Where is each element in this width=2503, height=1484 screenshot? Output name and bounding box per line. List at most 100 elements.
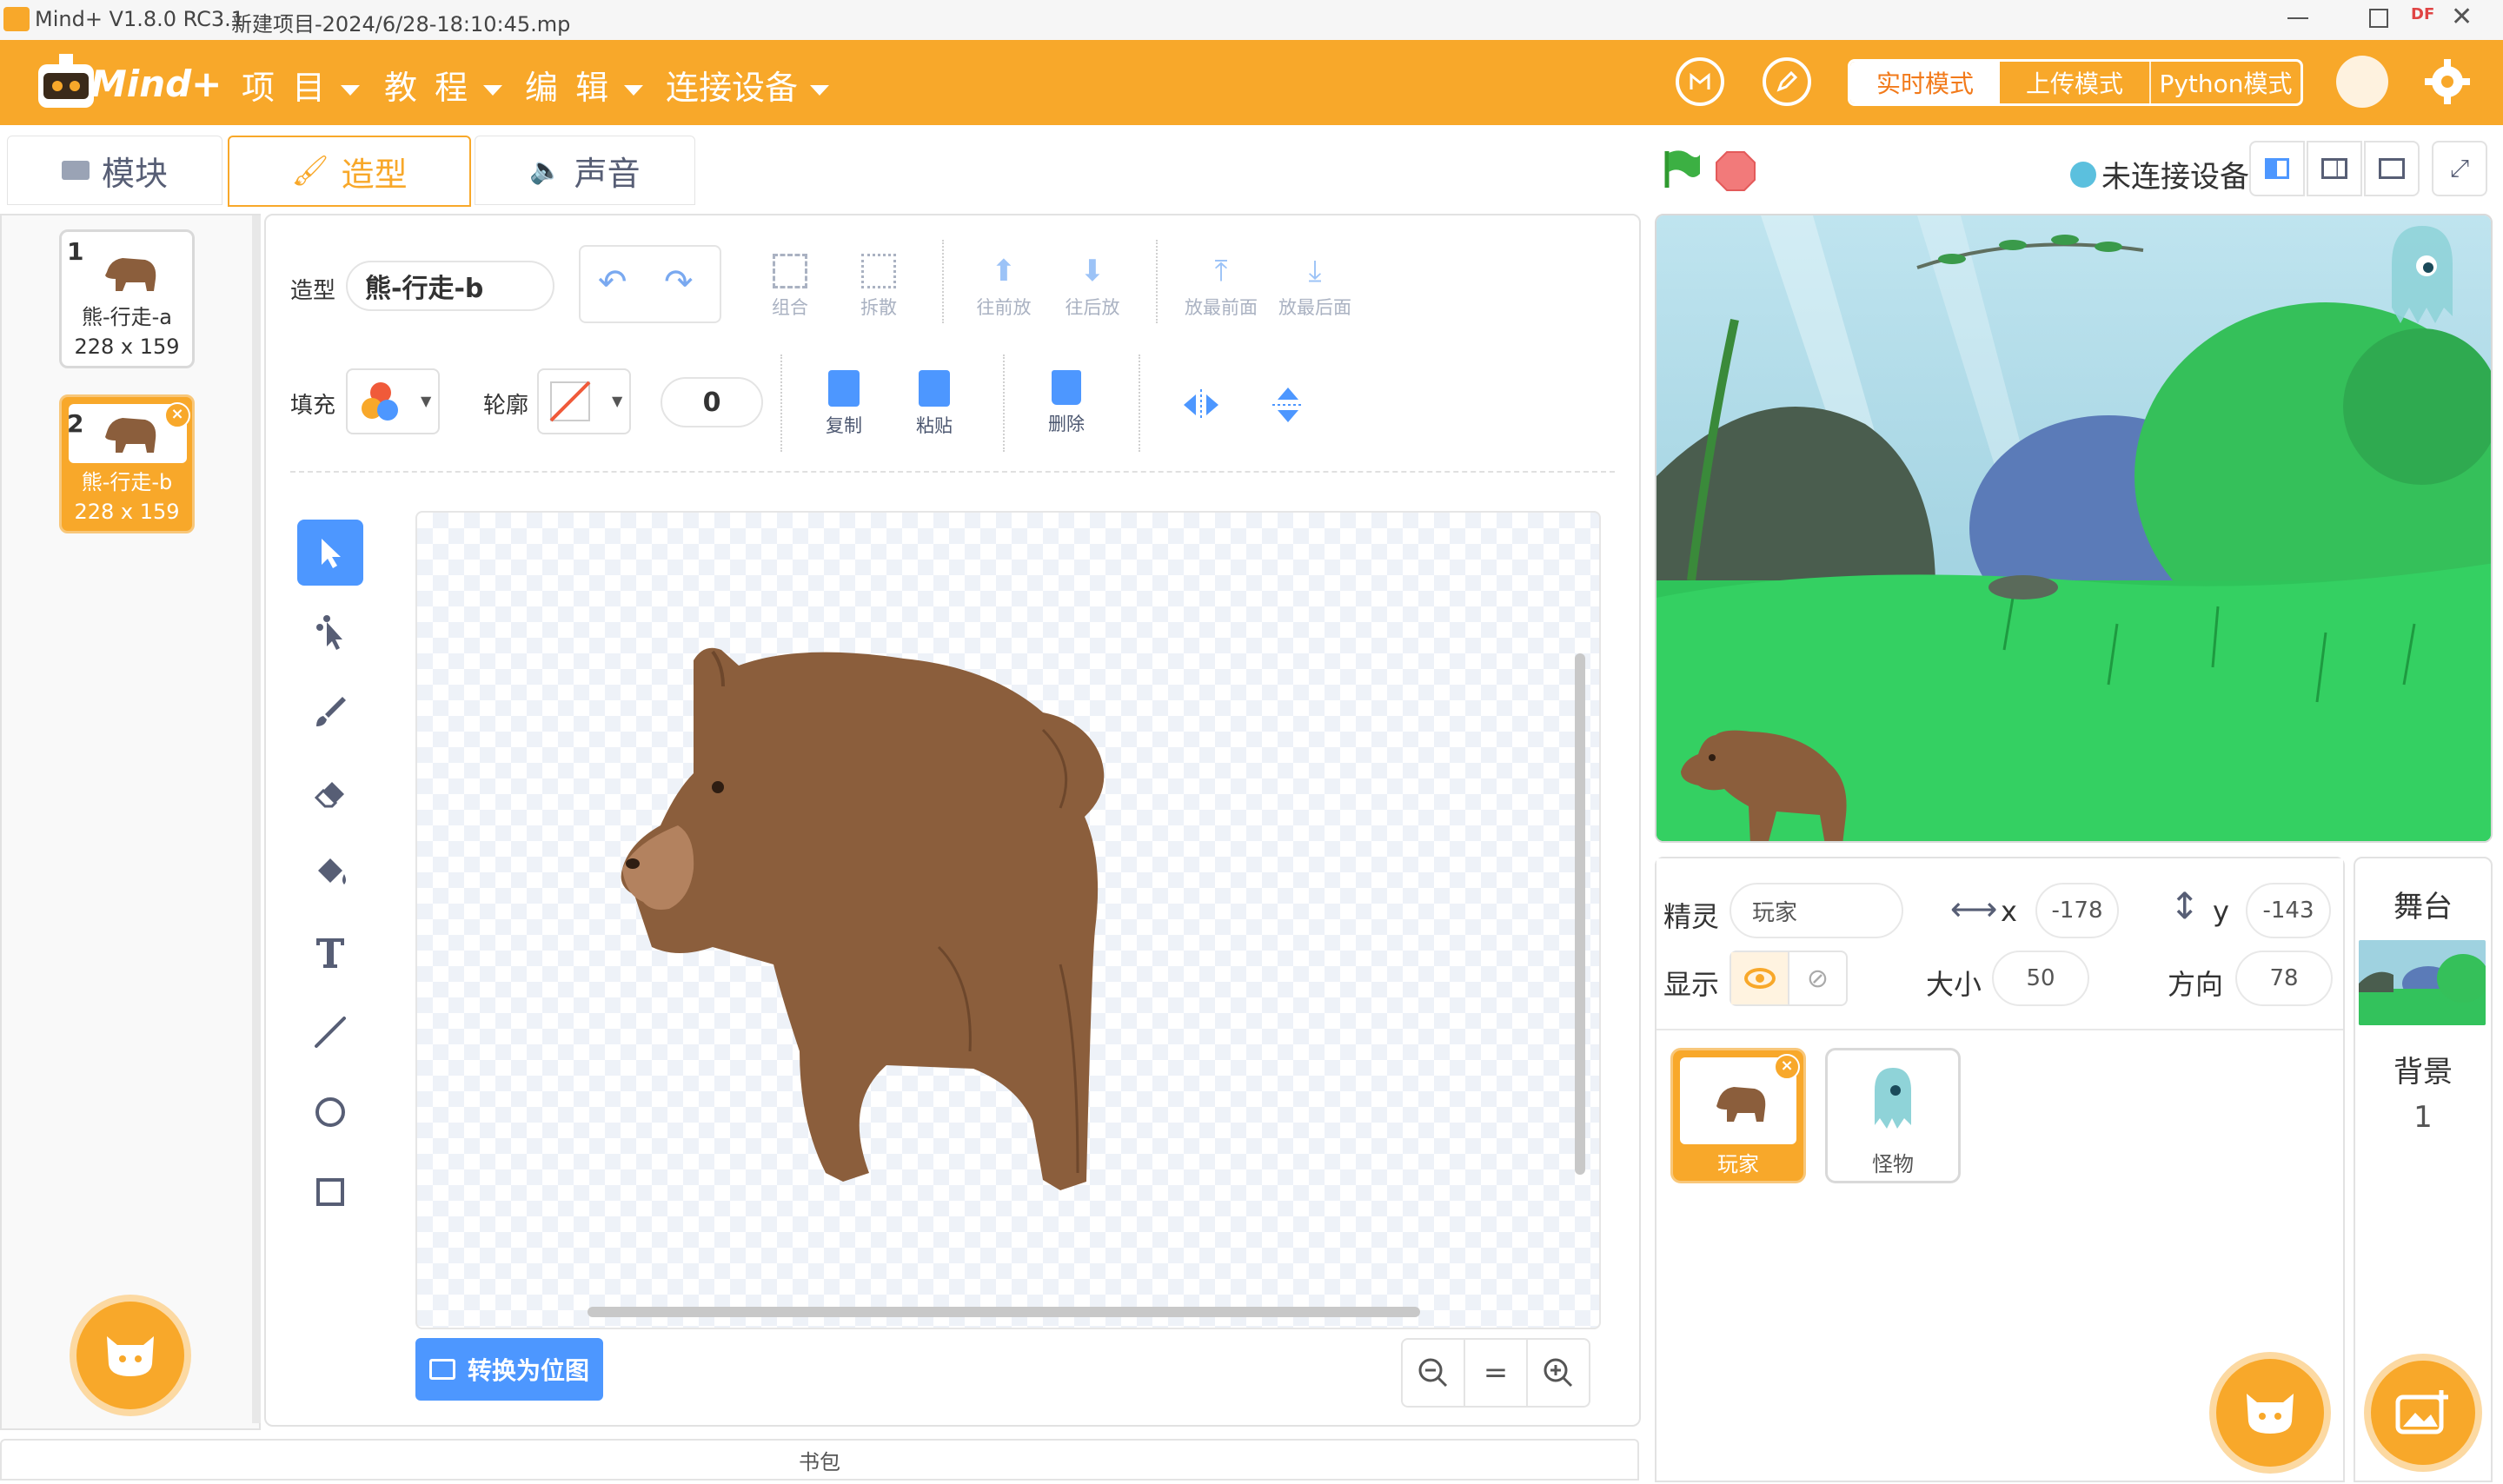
course-icon[interactable] xyxy=(1676,57,1724,106)
delete-costume-icon[interactable]: × xyxy=(164,402,190,428)
costume-list-scrollbar[interactable] xyxy=(252,215,261,1423)
minimize-icon[interactable] xyxy=(2287,17,2308,19)
undo-icon[interactable]: ↶ xyxy=(598,262,627,302)
tab-costumes-label: 造型 xyxy=(341,155,408,194)
costume-name-label: 造型 xyxy=(290,278,336,304)
paint-canvas[interactable] xyxy=(415,511,1601,1329)
rectangle-icon xyxy=(316,1178,344,1206)
convert-to-bitmap-button[interactable]: 转换为位图 xyxy=(415,1338,603,1401)
canvas-vertical-scrollbar[interactable] xyxy=(1575,653,1585,1175)
menu-project[interactable]: 项 目 xyxy=(242,61,361,109)
back-icon: ⤓ xyxy=(1308,254,1322,288)
x-input[interactable]: -178 xyxy=(2035,883,2119,938)
small-stage-button[interactable] xyxy=(2249,141,2305,196)
redo-icon[interactable]: ↷ xyxy=(664,262,694,302)
costume-name-input[interactable]: 熊-行走-b xyxy=(346,261,554,311)
stop-icon[interactable] xyxy=(1714,149,1757,196)
sprite-name-input[interactable]: 玩家 xyxy=(1730,883,1903,938)
flip-horizontal-icon[interactable] xyxy=(1180,388,1222,426)
fullscreen-button[interactable]: ⤢ xyxy=(2432,141,2487,196)
mode-switch: 实时模式 上传模式 Python模式 xyxy=(1848,59,2303,106)
delete-button[interactable]: 删除 xyxy=(1019,370,1114,436)
backdrop-count: 1 xyxy=(2413,1100,2433,1135)
show-toggle: ⊘ xyxy=(1730,951,1848,1006)
ungroup-icon xyxy=(861,254,896,288)
zoom-in-button[interactable] xyxy=(1526,1338,1590,1408)
ungroup-button[interactable]: 拆散 xyxy=(831,254,926,320)
delete-sprite-icon[interactable]: × xyxy=(1774,1054,1800,1080)
menu-edit[interactable]: 编 辑 xyxy=(525,61,644,109)
line-icon xyxy=(315,1017,346,1048)
paste-button[interactable]: 粘贴 xyxy=(886,370,982,438)
size-input[interactable]: 50 xyxy=(1992,951,2089,1006)
outline-color-picker[interactable]: ▼ xyxy=(537,368,631,434)
toolbar-divider xyxy=(290,471,1615,473)
user-avatar[interactable] xyxy=(2336,56,2388,108)
direction-input[interactable]: 78 xyxy=(2235,951,2333,1006)
group-button[interactable]: 组合 xyxy=(742,254,838,320)
fill-tool[interactable] xyxy=(297,839,363,905)
show-sprite-button[interactable] xyxy=(1731,952,1789,1004)
device-status[interactable]: 未连接设备 xyxy=(2070,153,2249,195)
backpack-bar[interactable]: 书包 xyxy=(0,1439,1639,1481)
choose-costume-button[interactable] xyxy=(76,1302,184,1409)
forward-button[interactable]: ⬆ 往前放 xyxy=(956,254,1052,320)
undo-redo-group: ↶ ↷ xyxy=(579,245,721,323)
stage[interactable] xyxy=(1655,214,2493,843)
choose-sprite-button[interactable] xyxy=(2216,1359,2324,1467)
upload-mode-button[interactable]: 上传模式 xyxy=(2000,62,2149,103)
eraser-icon xyxy=(314,782,344,808)
show-label: 显示 xyxy=(1663,968,1720,1001)
y-input[interactable]: -143 xyxy=(2246,883,2331,938)
backward-button[interactable]: ⬇ 往后放 xyxy=(1045,254,1140,320)
circle-tool[interactable] xyxy=(297,1079,363,1145)
edit-note-icon[interactable] xyxy=(1763,57,1811,106)
choose-backdrop-button[interactable] xyxy=(2371,1361,2475,1465)
costume-index: 2 xyxy=(67,409,84,438)
hide-sprite-button[interactable]: ⊘ xyxy=(1789,952,1846,1004)
brush-tool[interactable] xyxy=(297,679,363,745)
normal-stage-button[interactable] xyxy=(2307,141,2362,196)
eraser-tool[interactable] xyxy=(297,759,363,825)
player-sprite[interactable] xyxy=(1663,702,1862,841)
costume-card-1[interactable]: 1 熊-行走-a 228 x 159 xyxy=(59,229,195,368)
tab-blocks[interactable]: 模块 xyxy=(7,136,222,205)
green-flag-icon[interactable] xyxy=(1660,148,1703,195)
bring-to-front-button[interactable]: ⤒ 放最前面 xyxy=(1173,254,1269,320)
sprite-thumbnail xyxy=(1871,1064,1915,1134)
zoom-reset-button[interactable]: = xyxy=(1464,1338,1528,1408)
backdrop-thumbnail[interactable] xyxy=(2359,940,2486,1025)
horizontal-arrows-icon: ⟷ xyxy=(1950,890,1998,928)
canvas-horizontal-scrollbar[interactable] xyxy=(588,1307,1420,1317)
restore-icon[interactable] xyxy=(2369,9,2388,28)
reshape-tool[interactable] xyxy=(297,600,363,666)
zoom-out-button[interactable] xyxy=(1401,1338,1465,1408)
close-icon[interactable]: ✕ xyxy=(2451,2,2473,32)
text-icon xyxy=(316,938,344,968)
sprite-tile-monster[interactable]: 怪物 xyxy=(1825,1048,1961,1183)
send-to-back-button[interactable]: ⤓ 放最后面 xyxy=(1267,254,1363,320)
copy-button[interactable]: 复制 xyxy=(796,370,892,438)
realtime-mode-button[interactable]: 实时模式 xyxy=(1850,62,2000,103)
outline-width-input[interactable]: 0 xyxy=(661,377,763,427)
large-stage-button[interactable] xyxy=(2364,141,2420,196)
cat-add-icon xyxy=(107,1336,154,1376)
costume-card-2[interactable]: 2 × 熊-行走-b 228 x 159 xyxy=(59,394,195,533)
text-tool[interactable] xyxy=(297,919,363,985)
gear-icon[interactable] xyxy=(2421,56,2473,108)
tab-sounds[interactable]: 🔈 声音 xyxy=(475,136,695,205)
fill-color-picker[interactable]: ▼ xyxy=(346,368,440,434)
sprite-tile-player[interactable]: × 玩家 xyxy=(1670,1048,1806,1183)
menu-tutorial[interactable]: 教 程 xyxy=(384,61,503,109)
line-tool[interactable] xyxy=(297,999,363,1065)
python-mode-button[interactable]: Python模式 xyxy=(2149,62,2301,103)
group-icon xyxy=(773,254,807,288)
select-tool[interactable] xyxy=(297,520,363,586)
menu-connect-device[interactable]: 连接设备 xyxy=(666,61,830,109)
tab-costumes[interactable]: 🖌 造型 xyxy=(228,136,471,207)
flip-vertical-icon[interactable] xyxy=(1271,384,1305,429)
size-label: 大小 xyxy=(1926,968,1982,1001)
rectangle-tool[interactable] xyxy=(297,1159,363,1225)
monster-sprite[interactable] xyxy=(2383,221,2461,334)
paste-icon xyxy=(919,370,950,407)
